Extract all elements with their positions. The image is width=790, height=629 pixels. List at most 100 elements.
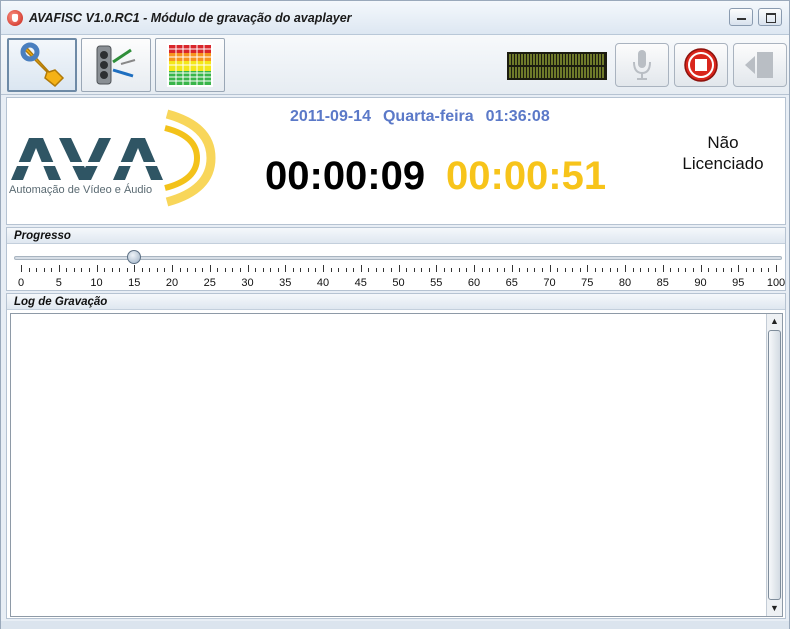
stop-button[interactable] bbox=[674, 43, 728, 87]
progress-tick bbox=[179, 268, 181, 272]
progress-scale-label: 80 bbox=[618, 277, 632, 289]
equalizer-icon bbox=[167, 43, 213, 87]
progress-tick bbox=[768, 268, 770, 272]
current-clock: 01:36:08 bbox=[485, 108, 550, 125]
progress-tick bbox=[443, 268, 445, 272]
progress-tick bbox=[466, 268, 468, 272]
progress-tick bbox=[277, 268, 279, 272]
progress-tick bbox=[262, 268, 264, 272]
scroll-up-icon[interactable]: ▲ bbox=[767, 314, 782, 329]
progress-scale-label: 0 bbox=[17, 277, 25, 289]
remaining-time: 00:00:51 bbox=[446, 154, 607, 198]
cable-plug-icon bbox=[96, 45, 136, 85]
progress-scale-label: 70 bbox=[543, 277, 556, 289]
progress-tick bbox=[36, 268, 38, 272]
progress-tick bbox=[164, 268, 166, 272]
progress-tick bbox=[640, 268, 642, 272]
progress-tick bbox=[549, 265, 551, 272]
progress-tick bbox=[625, 265, 626, 272]
progress-tick bbox=[738, 265, 740, 272]
progress-tick bbox=[436, 265, 438, 272]
progress-scale-label: 55 bbox=[430, 277, 443, 289]
progress-tick bbox=[172, 265, 173, 272]
progress-tick bbox=[58, 265, 60, 272]
progress-tick bbox=[338, 268, 340, 272]
minimize-button[interactable] bbox=[729, 8, 753, 26]
progress-tick bbox=[647, 268, 649, 272]
progress-tick bbox=[572, 268, 574, 272]
progress-tick bbox=[134, 265, 136, 272]
progress-tick bbox=[474, 265, 475, 272]
progress-tick bbox=[594, 268, 596, 272]
progress-tick bbox=[451, 268, 453, 272]
exit-door-icon bbox=[745, 52, 773, 78]
license-status: Não Licenciado bbox=[667, 132, 779, 174]
recording-log-textarea[interactable]: ▲ ▼ bbox=[10, 313, 783, 617]
progress-tick bbox=[156, 268, 158, 272]
progress-scale-labels: 0 5 10 15 20 25 30 35 40 45 50 55 60 65 70 75 80 85 90 95 10… bbox=[7, 277, 787, 289]
progress-tick bbox=[579, 268, 581, 272]
elapsed-time: 00:00:09 bbox=[265, 154, 426, 198]
progress-tick bbox=[421, 268, 423, 272]
exit-button[interactable] bbox=[733, 43, 787, 87]
current-weekday: Quarta-feira bbox=[382, 108, 474, 125]
record-mic-button[interactable] bbox=[615, 43, 669, 87]
title-bar[interactable]: AVAFISC V1.0.RC1 - Módulo de gravação do… bbox=[1, 1, 789, 35]
progress-tick bbox=[360, 265, 362, 272]
progress-tick bbox=[353, 268, 355, 272]
progress-tick bbox=[662, 265, 664, 272]
progress-scale-label: 60 bbox=[467, 277, 481, 289]
progress-tick bbox=[489, 268, 491, 272]
license-line-1: Não bbox=[707, 133, 739, 152]
progress-tick bbox=[194, 268, 196, 272]
progress-scale-label: 10 bbox=[90, 277, 103, 289]
progress-ticks bbox=[7, 265, 787, 275]
connection-button[interactable] bbox=[81, 38, 151, 92]
progress-tick bbox=[730, 268, 732, 272]
progress-tick bbox=[111, 268, 113, 272]
wrench-icon bbox=[20, 42, 65, 88]
vu-meter-right-channel bbox=[509, 67, 605, 78]
log-panel: Log de Gravação ▲ ▼ bbox=[6, 293, 786, 619]
scrollbar-thumb[interactable] bbox=[768, 330, 781, 600]
progress-tick bbox=[104, 268, 106, 272]
progress-tick bbox=[632, 268, 634, 272]
progress-tick bbox=[375, 268, 377, 272]
toolbar bbox=[1, 35, 789, 95]
scroll-down-icon[interactable]: ▼ bbox=[767, 601, 782, 616]
progress-tick bbox=[285, 265, 287, 272]
progress-tick bbox=[149, 268, 151, 272]
progress-tick bbox=[307, 268, 309, 272]
progress-tick bbox=[609, 268, 611, 272]
progress-slider-thumb[interactable] bbox=[127, 250, 142, 264]
progress-tick bbox=[526, 268, 528, 272]
progress-tick bbox=[511, 265, 513, 272]
progress-tick bbox=[383, 268, 385, 272]
settings-button[interactable] bbox=[7, 38, 77, 92]
progress-panel: Progresso 0 5 10 15 20 25 30 35 40 45 50 55 60 65 70 75… bbox=[6, 227, 786, 291]
progress-tick bbox=[247, 265, 249, 272]
progress-scale-label: 90 bbox=[694, 277, 707, 289]
progress-tick bbox=[723, 268, 725, 272]
progress-tick bbox=[96, 265, 98, 272]
log-title: Log de Gravação bbox=[7, 294, 785, 310]
progress-scale-label: 95 bbox=[732, 277, 745, 289]
progress-scale-label: 100 bbox=[766, 277, 786, 289]
progress-tick bbox=[406, 268, 408, 272]
progress-tick bbox=[390, 268, 392, 272]
progress-tick bbox=[43, 268, 45, 272]
progress-tick bbox=[300, 268, 302, 272]
progress-tick bbox=[617, 268, 619, 272]
progress-tick bbox=[715, 268, 717, 272]
maximize-button[interactable] bbox=[758, 8, 782, 26]
levels-button[interactable] bbox=[155, 38, 225, 92]
progress-tick bbox=[345, 268, 347, 272]
progress-tick bbox=[745, 268, 747, 272]
progress-tick bbox=[670, 268, 672, 272]
progress-tick bbox=[776, 265, 777, 272]
progress-tick bbox=[692, 268, 694, 272]
progress-tick bbox=[708, 268, 710, 272]
log-scrollbar[interactable]: ▲ ▼ bbox=[766, 314, 782, 616]
progress-tick bbox=[700, 265, 702, 272]
progress-scale-label: 85 bbox=[656, 277, 669, 289]
